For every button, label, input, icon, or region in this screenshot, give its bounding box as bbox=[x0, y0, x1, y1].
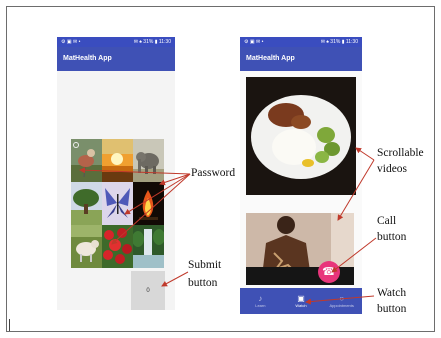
call-pointer bbox=[331, 237, 377, 273]
annotation-call-1: Call bbox=[377, 215, 397, 227]
annotation-password: Password bbox=[191, 167, 236, 179]
password-pointer-2 bbox=[159, 173, 191, 186]
password-pointer-3 bbox=[124, 173, 191, 215]
password-pointer-1 bbox=[79, 167, 191, 175]
annotation-scrollable-2: videos bbox=[377, 163, 408, 175]
annotation-scrollable-1: Scrollable bbox=[377, 147, 424, 159]
scroll-pointer-1 bbox=[355, 147, 375, 161]
annotation-call-2: button bbox=[377, 231, 407, 243]
scroll-pointer-2 bbox=[337, 159, 375, 221]
password-pointer-4 bbox=[111, 173, 191, 245]
annotation-watch-1: Watch bbox=[377, 287, 407, 299]
annotation-submit-2: button bbox=[188, 277, 218, 289]
annotation-submit-1: Submit bbox=[188, 259, 222, 271]
annotation-watch-2: button bbox=[377, 303, 407, 315]
watch-pointer bbox=[305, 295, 375, 305]
submit-pointer bbox=[161, 271, 189, 287]
